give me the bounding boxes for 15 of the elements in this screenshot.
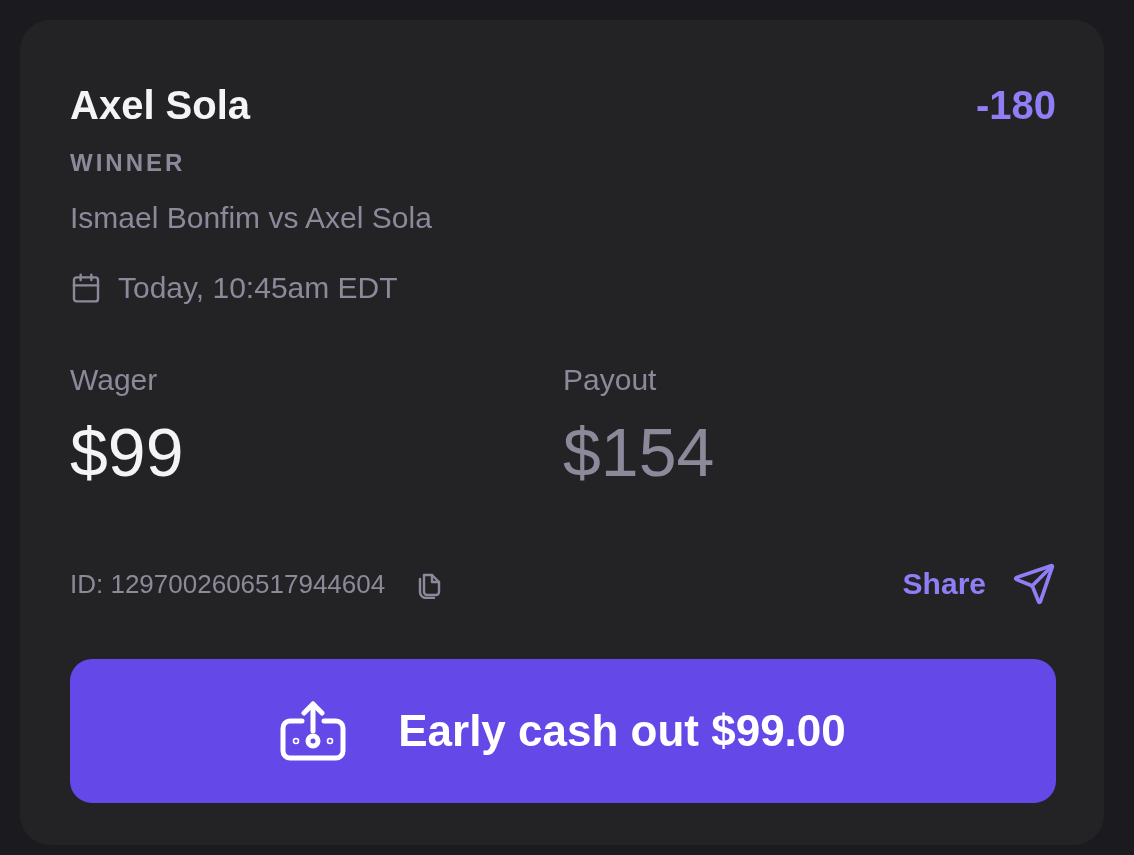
calendar-icon [70,272,102,304]
stat-value: $99 [70,414,184,490]
odds: -180 [975,82,1056,129]
stat-value: $154 [563,414,715,490]
market-label: WINNER [70,149,186,177]
start-time: Today, 10:45am EDT [118,270,398,306]
stat-label: Wager [70,362,158,398]
stat-label: Payout [563,362,657,398]
selection-name: Axel Sola [70,82,251,129]
cash-upload-icon [280,701,347,761]
share-button[interactable]: Share [902,562,1056,606]
bet-id: ID: 1297002606517944604 [70,568,386,600]
matchup: Ismael Bonfim vs Axel Sola [70,200,432,236]
send-icon [1012,562,1056,606]
cash-out-button[interactable]: Early cash out $99.00 [70,659,1056,803]
